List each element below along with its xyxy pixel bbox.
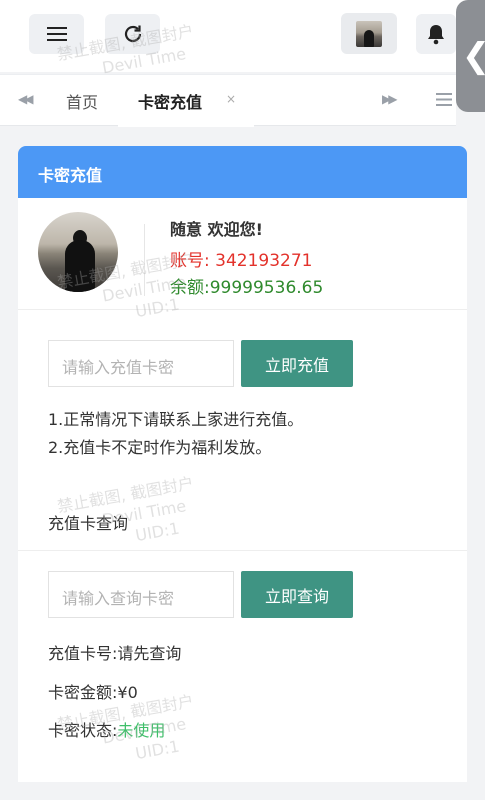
- welcome-text: 随意 欢迎您!: [170, 220, 263, 239]
- tab-card-recharge[interactable]: 卡密充值 ×: [118, 75, 254, 127]
- card-header: 卡密充值: [18, 146, 467, 198]
- card-status-label: 卡密状态:: [48, 721, 118, 740]
- profile-section: 随意 欢迎您! 账号: 342193271 余额:99999536.65: [18, 198, 467, 310]
- hamburger-icon: [46, 27, 67, 41]
- recharge-placeholder: 请输入充值卡密: [62, 358, 175, 377]
- tabs-next-icon[interactable]: ▶▶: [382, 92, 398, 106]
- refresh-icon: [124, 25, 141, 43]
- card-number-text: 充值卡号:请先查询: [48, 644, 182, 663]
- query-heading: 充值卡查询: [48, 514, 129, 533]
- tabs-prev-icon[interactable]: ◀◀: [18, 92, 34, 106]
- top-bar: [0, 0, 485, 72]
- card-amount-text: 卡密金额:¥0: [48, 683, 138, 702]
- divider: [18, 550, 467, 551]
- account-number: 账号: 342193271: [170, 251, 313, 271]
- chevron-left-icon: ❮: [462, 36, 485, 76]
- status-badge: 未使用: [117, 721, 166, 740]
- bell-icon: [428, 25, 444, 45]
- tab-label: 卡密充值: [138, 93, 203, 112]
- balance-value: 余额:99999536.65: [170, 278, 324, 298]
- tabs-menu-icon[interactable]: [436, 93, 452, 106]
- query-code-input[interactable]: 请输入查询卡密: [48, 571, 234, 618]
- refresh-button[interactable]: [105, 14, 160, 54]
- recharge-note-1: 1.正常情况下请联系上家进行充值。: [48, 410, 304, 429]
- card-status-row: 卡密状态:未使用: [48, 717, 165, 741]
- tabs-bar: ◀◀ 首页 卡密充值 × ▶▶: [0, 74, 456, 127]
- recharge-code-input[interactable]: 请输入充值卡密: [48, 340, 234, 387]
- card-title: 卡密充值: [38, 166, 103, 185]
- avatar: [38, 212, 118, 292]
- query-placeholder: 请输入查询卡密: [62, 589, 175, 608]
- tab-home[interactable]: 首页: [66, 89, 98, 113]
- card-body: 随意 欢迎您! 账号: 342193271 余额:99999536.65 请输入…: [18, 198, 467, 782]
- notification-button[interactable]: [416, 14, 456, 54]
- recharge-note-2: 2.充值卡不定时作为福利发放。: [48, 438, 272, 457]
- avatar: [356, 20, 382, 47]
- recharge-button[interactable]: 立即充值: [241, 340, 353, 387]
- tab-close-icon[interactable]: ×: [226, 92, 236, 106]
- side-panel-toggle[interactable]: ❮: [456, 0, 485, 112]
- query-button[interactable]: 立即查询: [241, 571, 353, 618]
- menu-button[interactable]: [29, 14, 84, 54]
- divider: [144, 224, 145, 296]
- user-avatar-button[interactable]: [341, 13, 397, 54]
